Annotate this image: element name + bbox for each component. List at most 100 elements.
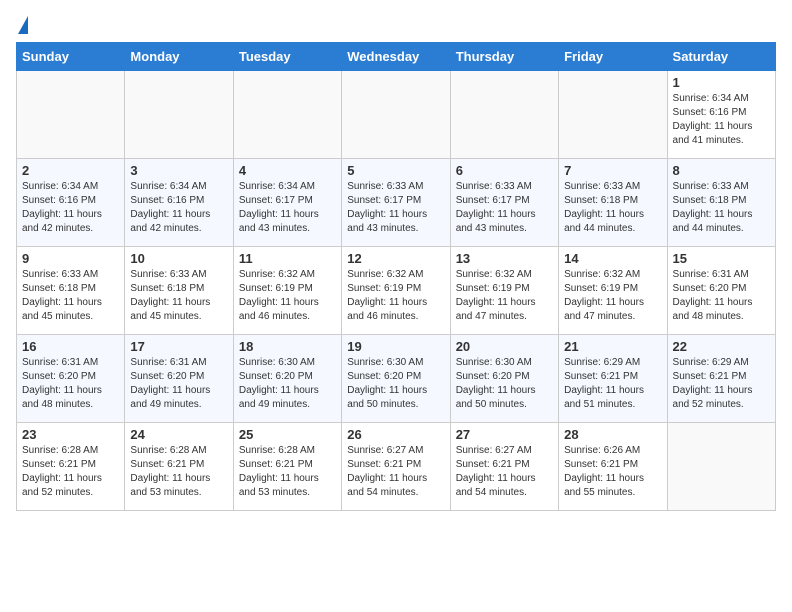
day-number: 17 <box>130 339 227 354</box>
calendar-day-cell: 27 Sunrise: 6:27 AM Sunset: 6:21 PM Dayli… <box>450 423 558 511</box>
day-number: 19 <box>347 339 444 354</box>
day-number: 2 <box>22 163 119 178</box>
weekday-header-thursday: Thursday <box>450 43 558 71</box>
day-number: 16 <box>22 339 119 354</box>
calendar-day-cell: 19Sunrise: 6:30 AM Sunset: 6:20 PM Dayli… <box>342 335 450 423</box>
day-number: 21 <box>564 339 661 354</box>
calendar-day-cell: 16 Sunrise: 6:31 AM Sunset: 6:20 PM Dayli… <box>17 335 125 423</box>
calendar-day-cell: 14 Sunrise: 6:32 AM Sunset: 6:19 PM Dayli… <box>559 247 667 335</box>
day-info: Sunrise: 6:28 AM Sunset: 6:21 PM Dayligh… <box>239 444 336 500</box>
calendar-day-cell: 20 Sunrise: 6:30 AM Sunset: 6:20 PM Dayli… <box>450 335 558 423</box>
day-info: Sunrise: 6:34 AM Sunset: 6:16 PM Dayligh… <box>130 180 227 236</box>
day-info: Sunrise: 6:33 AM Sunset: 6:18 PM Dayligh… <box>673 180 770 236</box>
day-number: 4 <box>239 163 336 178</box>
day-info: Sunrise: 6:28 AM Sunset: 6:21 PM Dayligh… <box>130 444 227 500</box>
logo <box>16 16 28 32</box>
day-info: Sunrise: 6:26 AM Sunset: 6:21 PM Dayligh… <box>564 444 661 500</box>
day-number: 11 <box>239 251 336 266</box>
day-number: 22 <box>673 339 770 354</box>
calendar-day-cell: 26 Sunrise: 6:27 AM Sunset: 6:21 PM Dayli… <box>342 423 450 511</box>
weekday-header-saturday: Saturday <box>667 43 775 71</box>
day-info: Sunrise: 6:32 AM Sunset: 6:19 PM Dayligh… <box>564 268 661 324</box>
calendar-day-cell <box>17 71 125 159</box>
day-info: Sunrise: 6:29 AM Sunset: 6:21 PM Dayligh… <box>673 356 770 412</box>
day-number: 5 <box>347 163 444 178</box>
day-number: 6 <box>456 163 553 178</box>
day-info: Sunrise: 6:32 AM Sunset: 6:19 PM Dayligh… <box>239 268 336 324</box>
calendar-day-cell <box>233 71 341 159</box>
calendar-day-cell <box>342 71 450 159</box>
weekday-header-monday: Monday <box>125 43 233 71</box>
day-info: Sunrise: 6:34 AM Sunset: 6:16 PM Dayligh… <box>22 180 119 236</box>
calendar-day-cell <box>559 71 667 159</box>
calendar-day-cell: 11 Sunrise: 6:32 AM Sunset: 6:19 PM Dayli… <box>233 247 341 335</box>
day-info: Sunrise: 6:31 AM Sunset: 6:20 PM Dayligh… <box>22 356 119 412</box>
calendar-day-cell: 2 Sunrise: 6:34 AM Sunset: 6:16 PM Daylig… <box>17 159 125 247</box>
day-info: Sunrise: 6:33 AM Sunset: 6:17 PM Dayligh… <box>456 180 553 236</box>
day-info: Sunrise: 6:33 AM Sunset: 6:17 PM Dayligh… <box>347 180 444 236</box>
calendar-day-cell: 5 Sunrise: 6:33 AM Sunset: 6:17 PM Daylig… <box>342 159 450 247</box>
calendar-day-cell: 6 Sunrise: 6:33 AM Sunset: 6:17 PM Daylig… <box>450 159 558 247</box>
calendar-day-cell: 17 Sunrise: 6:31 AM Sunset: 6:20 PM Dayli… <box>125 335 233 423</box>
day-info: Sunrise: 6:31 AM Sunset: 6:20 PM Dayligh… <box>673 268 770 324</box>
calendar-day-cell: 10 Sunrise: 6:33 AM Sunset: 6:18 PM Dayli… <box>125 247 233 335</box>
day-number: 9 <box>22 251 119 266</box>
calendar-day-cell: 23Sunrise: 6:28 AM Sunset: 6:21 PM Dayli… <box>17 423 125 511</box>
day-number: 24 <box>130 427 227 442</box>
day-number: 7 <box>564 163 661 178</box>
day-info: Sunrise: 6:31 AM Sunset: 6:20 PM Dayligh… <box>130 356 227 412</box>
day-info: Sunrise: 6:29 AM Sunset: 6:21 PM Dayligh… <box>564 356 661 412</box>
calendar-day-cell: 8 Sunrise: 6:33 AM Sunset: 6:18 PM Daylig… <box>667 159 775 247</box>
calendar-day-cell <box>667 423 775 511</box>
calendar-week-row: 2 Sunrise: 6:34 AM Sunset: 6:16 PM Daylig… <box>17 159 776 247</box>
logo-triangle-icon <box>18 16 28 34</box>
day-number: 13 <box>456 251 553 266</box>
calendar-week-row: 16 Sunrise: 6:31 AM Sunset: 6:20 PM Dayli… <box>17 335 776 423</box>
day-info: Sunrise: 6:33 AM Sunset: 6:18 PM Dayligh… <box>130 268 227 324</box>
day-info: Sunrise: 6:30 AM Sunset: 6:20 PM Dayligh… <box>456 356 553 412</box>
calendar-week-row: 1 Sunrise: 6:34 AM Sunset: 6:16 PM Daylig… <box>17 71 776 159</box>
day-number: 27 <box>456 427 553 442</box>
weekday-header-row: SundayMondayTuesdayWednesdayThursdayFrid… <box>17 43 776 71</box>
calendar-day-cell: 22 Sunrise: 6:29 AM Sunset: 6:21 PM Dayli… <box>667 335 775 423</box>
day-number: 10 <box>130 251 227 266</box>
day-info: Sunrise: 6:32 AM Sunset: 6:19 PM Dayligh… <box>347 268 444 324</box>
calendar-day-cell: 1 Sunrise: 6:34 AM Sunset: 6:16 PM Daylig… <box>667 71 775 159</box>
day-number: 1 <box>673 75 770 90</box>
day-info: Sunrise: 6:34 AM Sunset: 6:16 PM Dayligh… <box>673 92 770 148</box>
calendar-day-cell: 21 Sunrise: 6:29 AM Sunset: 6:21 PM Dayli… <box>559 335 667 423</box>
day-info: Sunrise: 6:27 AM Sunset: 6:21 PM Dayligh… <box>456 444 553 500</box>
calendar-week-row: 23Sunrise: 6:28 AM Sunset: 6:21 PM Dayli… <box>17 423 776 511</box>
calendar-day-cell: 28 Sunrise: 6:26 AM Sunset: 6:21 PM Dayli… <box>559 423 667 511</box>
day-info: Sunrise: 6:27 AM Sunset: 6:21 PM Dayligh… <box>347 444 444 500</box>
calendar-day-cell: 4 Sunrise: 6:34 AM Sunset: 6:17 PM Daylig… <box>233 159 341 247</box>
day-number: 8 <box>673 163 770 178</box>
calendar-week-row: 9 Sunrise: 6:33 AM Sunset: 6:18 PM Daylig… <box>17 247 776 335</box>
day-number: 14 <box>564 251 661 266</box>
calendar-day-cell: 15 Sunrise: 6:31 AM Sunset: 6:20 PM Dayli… <box>667 247 775 335</box>
weekday-header-sunday: Sunday <box>17 43 125 71</box>
calendar-day-cell: 3 Sunrise: 6:34 AM Sunset: 6:16 PM Daylig… <box>125 159 233 247</box>
calendar-day-cell <box>450 71 558 159</box>
day-number: 15 <box>673 251 770 266</box>
weekday-header-wednesday: Wednesday <box>342 43 450 71</box>
day-info: Sunrise: 6:34 AM Sunset: 6:17 PM Dayligh… <box>239 180 336 236</box>
calendar-day-cell: 12Sunrise: 6:32 AM Sunset: 6:19 PM Dayli… <box>342 247 450 335</box>
calendar-day-cell: 25 Sunrise: 6:28 AM Sunset: 6:21 PM Dayli… <box>233 423 341 511</box>
day-number: 28 <box>564 427 661 442</box>
day-info: Sunrise: 6:33 AM Sunset: 6:18 PM Dayligh… <box>22 268 119 324</box>
day-number: 20 <box>456 339 553 354</box>
calendar-table: SundayMondayTuesdayWednesdayThursdayFrid… <box>16 42 776 511</box>
weekday-header-friday: Friday <box>559 43 667 71</box>
calendar-day-cell: 13 Sunrise: 6:32 AM Sunset: 6:19 PM Dayli… <box>450 247 558 335</box>
day-info: Sunrise: 6:30 AM Sunset: 6:20 PM Dayligh… <box>239 356 336 412</box>
day-info: Sunrise: 6:28 AM Sunset: 6:21 PM Dayligh… <box>22 444 119 500</box>
day-number: 26 <box>347 427 444 442</box>
calendar-day-cell <box>125 71 233 159</box>
day-number: 18 <box>239 339 336 354</box>
calendar-day-cell: 9 Sunrise: 6:33 AM Sunset: 6:18 PM Daylig… <box>17 247 125 335</box>
day-number: 3 <box>130 163 227 178</box>
calendar-day-cell: 18 Sunrise: 6:30 AM Sunset: 6:20 PM Dayli… <box>233 335 341 423</box>
day-number: 25 <box>239 427 336 442</box>
day-info: Sunrise: 6:32 AM Sunset: 6:19 PM Dayligh… <box>456 268 553 324</box>
